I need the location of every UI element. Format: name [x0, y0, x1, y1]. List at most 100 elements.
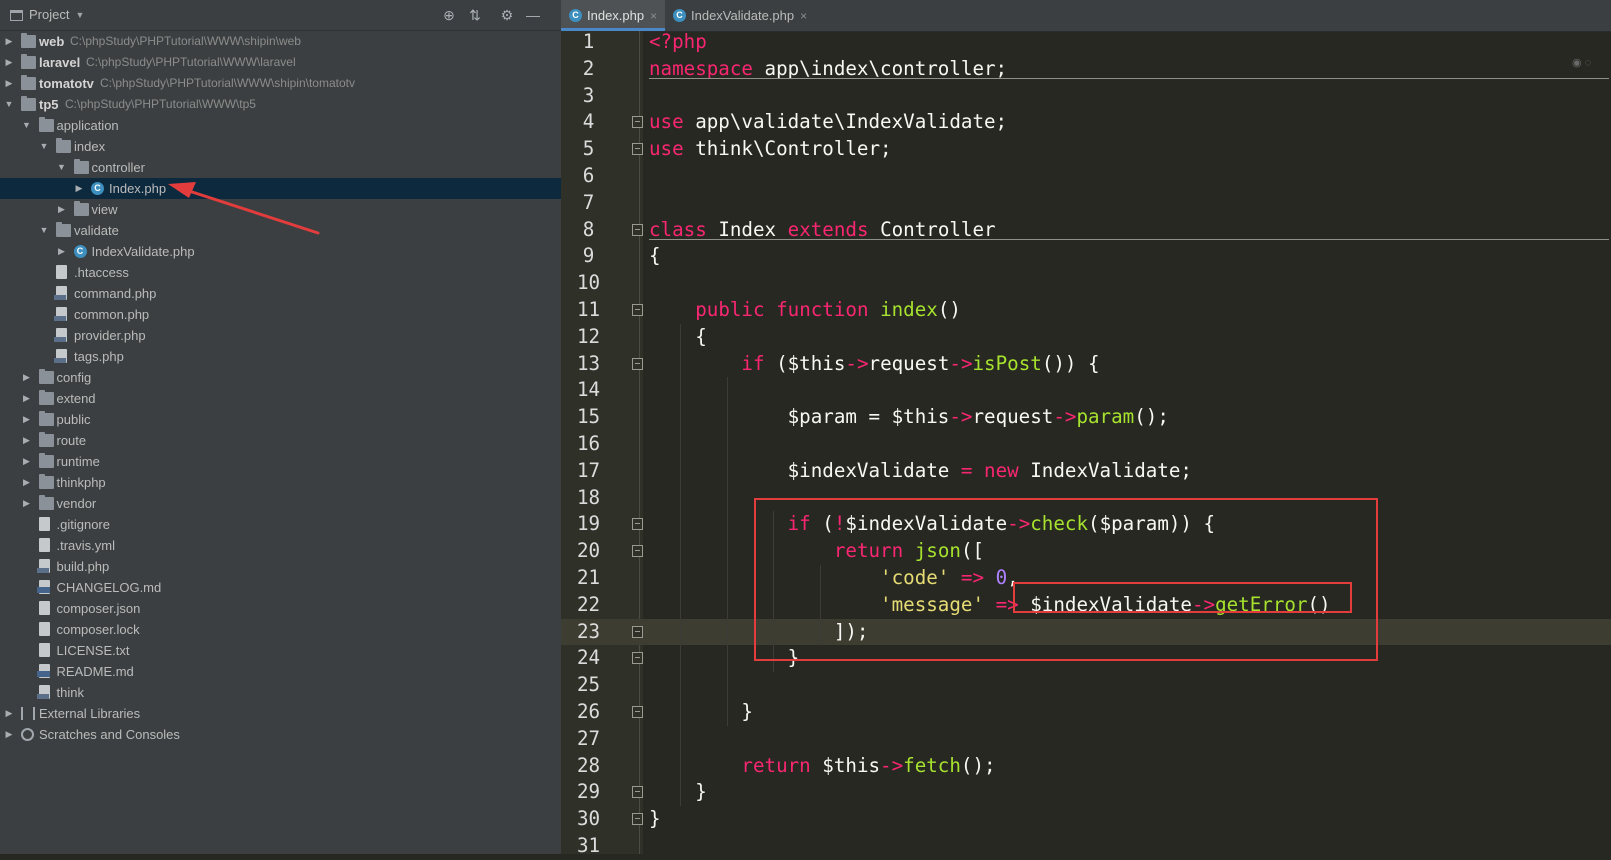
hide-panel-icon[interactable]: — — [524, 6, 542, 24]
fold-marker-icon[interactable] — [632, 357, 643, 370]
expand-right-icon[interactable]: ▶ — [57, 241, 67, 262]
tree-item[interactable]: ▼ tp5 C:\phpStudy\PHPTutorial\WWW\tp5 — [0, 94, 561, 115]
code-line[interactable]: 9{ — [561, 243, 1611, 270]
close-tab-icon[interactable]: × — [650, 9, 657, 23]
expand-right-icon[interactable]: ▶ — [57, 199, 67, 220]
editor-tab[interactable]: C IndexValidate.php × — [665, 0, 815, 31]
code-line[interactable]: 11 public function index() — [561, 297, 1611, 324]
expand-right-icon[interactable]: ▶ — [4, 52, 14, 73]
code-line[interactable]: 1 <?php — [561, 29, 1611, 56]
code-line[interactable]: 10 — [561, 270, 1611, 297]
code-line[interactable]: 26 } — [561, 699, 1611, 726]
expand-right-icon[interactable]: ▶ — [4, 724, 14, 745]
fold-marker-icon[interactable] — [632, 786, 643, 799]
tree-item[interactable]: ▶ vendor — [0, 493, 561, 514]
tree-item[interactable]: LICENSE.txt — [0, 640, 561, 661]
expand-down-icon[interactable]: ▼ — [57, 157, 67, 178]
code-line[interactable]: 28 return $this->fetch(); — [561, 753, 1611, 780]
tree-item[interactable]: .gitignore — [0, 514, 561, 535]
code-line[interactable]: 5 use think\Controller; — [561, 136, 1611, 163]
expand-right-icon[interactable]: ▶ — [4, 703, 14, 724]
tree-item[interactable]: composer.json — [0, 598, 561, 619]
code-line[interactable]: 30} — [561, 806, 1611, 833]
tree-item[interactable]: ▶ web C:\phpStudy\PHPTutorial\WWW\shipin\w… — [0, 31, 561, 52]
code-line[interactable]: 25 — [561, 672, 1611, 699]
tree-item[interactable]: ▶ laravel C:\phpStudy\PHPTutorial\WWW\lara… — [0, 52, 561, 73]
tree-item[interactable]: ▶ config — [0, 367, 561, 388]
tree-item[interactable]: ▶ C IndexValidate.php — [0, 241, 561, 262]
tree-item[interactable]: ▶ view — [0, 199, 561, 220]
tree-item[interactable]: ▼ index — [0, 136, 561, 157]
fold-marker-icon[interactable] — [632, 304, 643, 316]
tree-item[interactable]: ▶ extend — [0, 388, 561, 409]
code-line[interactable]: 31 — [561, 833, 1611, 860]
tree-item[interactable]: ▶ public — [0, 409, 561, 430]
tree-item[interactable]: .travis.yml — [0, 535, 561, 556]
tree-item[interactable]: ▼ validate — [0, 220, 561, 241]
expand-down-icon[interactable]: ▼ — [39, 136, 49, 157]
tree-item[interactable]: .htaccess — [0, 262, 561, 283]
tree-item[interactable]: build.php — [0, 556, 561, 577]
tree-item[interactable]: ▶ tomatotv C:\phpStudy\PHPTutorial\WWW\shi… — [0, 73, 561, 94]
fold-marker-icon[interactable] — [632, 813, 643, 826]
tree-item[interactable]: README.md — [0, 661, 561, 682]
expand-right-icon[interactable]: ▶ — [4, 73, 14, 94]
expand-right-icon[interactable]: ▶ — [22, 409, 32, 430]
tree-item[interactable]: provider.php — [0, 325, 561, 346]
code-line[interactable]: 7 — [561, 190, 1611, 217]
fold-marker-icon[interactable] — [632, 116, 643, 129]
tree-item[interactable]: ▶ Scratches and Consoles — [0, 724, 561, 745]
code-line[interactable]: 27 — [561, 726, 1611, 753]
fold-marker-icon[interactable] — [632, 143, 643, 156]
tree-item[interactable]: ▼ controller — [0, 157, 561, 178]
fold-marker-icon[interactable] — [632, 518, 643, 531]
tree-item[interactable]: ▶ C Index.php — [0, 178, 561, 199]
tree-item[interactable]: command.php — [0, 283, 561, 304]
fold-marker-icon[interactable] — [632, 625, 643, 638]
project-view-selector[interactable]: Project ▼ — [10, 6, 84, 24]
collapse-all-icon[interactable]: ⇅ — [466, 6, 484, 24]
code-line[interactable]: 3 — [561, 83, 1611, 110]
expand-right-icon[interactable]: ▶ — [22, 430, 32, 451]
fold-marker-icon[interactable] — [632, 545, 643, 558]
fold-marker-icon[interactable] — [632, 706, 643, 718]
expand-right-icon[interactable]: ▶ — [22, 451, 32, 472]
code-line[interactable]: 6 — [561, 163, 1611, 190]
tree-item[interactable]: ▶ External Libraries — [0, 703, 561, 724]
code-line[interactable]: 12 { — [561, 324, 1611, 351]
expand-down-icon[interactable]: ▼ — [4, 94, 14, 115]
close-tab-icon[interactable]: × — [800, 9, 807, 23]
tree-item[interactable]: think — [0, 682, 561, 703]
tree-item[interactable]: ▶ runtime — [0, 451, 561, 472]
tree-item[interactable]: CHANGELOG.md — [0, 577, 561, 598]
code-line[interactable]: 14 — [561, 377, 1611, 404]
browser-preview-icons[interactable]: ◉ ◌ — [1572, 56, 1591, 69]
code-line[interactable]: 29 } — [561, 779, 1611, 806]
code-line[interactable]: 15 $param = $this->request->param(); — [561, 404, 1611, 431]
tree-item[interactable]: common.php — [0, 304, 561, 325]
settings-gear-icon[interactable]: ⚙ — [498, 6, 516, 24]
fold-marker-icon[interactable] — [632, 223, 643, 236]
expand-down-icon[interactable]: ▼ — [39, 220, 49, 241]
code-editor[interactable]: 1 <?php 2 namespace app\index\controller; 3 4… — [561, 29, 1611, 857]
expand-right-icon[interactable]: ▶ — [22, 493, 32, 514]
expand-right-icon[interactable]: ▶ — [22, 388, 32, 409]
expand-right-icon[interactable]: ▶ — [4, 31, 14, 52]
tree-item[interactable]: ▶ thinkphp — [0, 472, 561, 493]
code-line[interactable]: 4 use app\validate\IndexValidate; — [561, 109, 1611, 136]
fold-marker-icon[interactable] — [632, 652, 643, 665]
tree-item[interactable]: tags.php — [0, 346, 561, 367]
expand-right-icon[interactable]: ▶ — [74, 178, 84, 199]
expand-right-icon[interactable]: ▶ — [22, 367, 32, 388]
tree-item[interactable]: composer.lock — [0, 619, 561, 640]
locate-icon[interactable]: ⊕ — [440, 6, 458, 24]
code-line[interactable]: 16 — [561, 431, 1611, 458]
code-line[interactable]: 17 $indexValidate = new IndexValidate; — [561, 458, 1611, 485]
code-line[interactable]: 13 if ($this->request->isPost()) { — [561, 351, 1611, 378]
project-panel-header: Project ▼ ⊕ ⇅ ⚙ — — [0, 0, 561, 31]
expand-right-icon[interactable]: ▶ — [22, 472, 32, 493]
tree-item[interactable]: ▶ route — [0, 430, 561, 451]
tree-item[interactable]: ▼ application — [0, 115, 561, 136]
expand-down-icon[interactable]: ▼ — [22, 115, 32, 136]
editor-tab[interactable]: C Index.php × — [561, 0, 665, 31]
